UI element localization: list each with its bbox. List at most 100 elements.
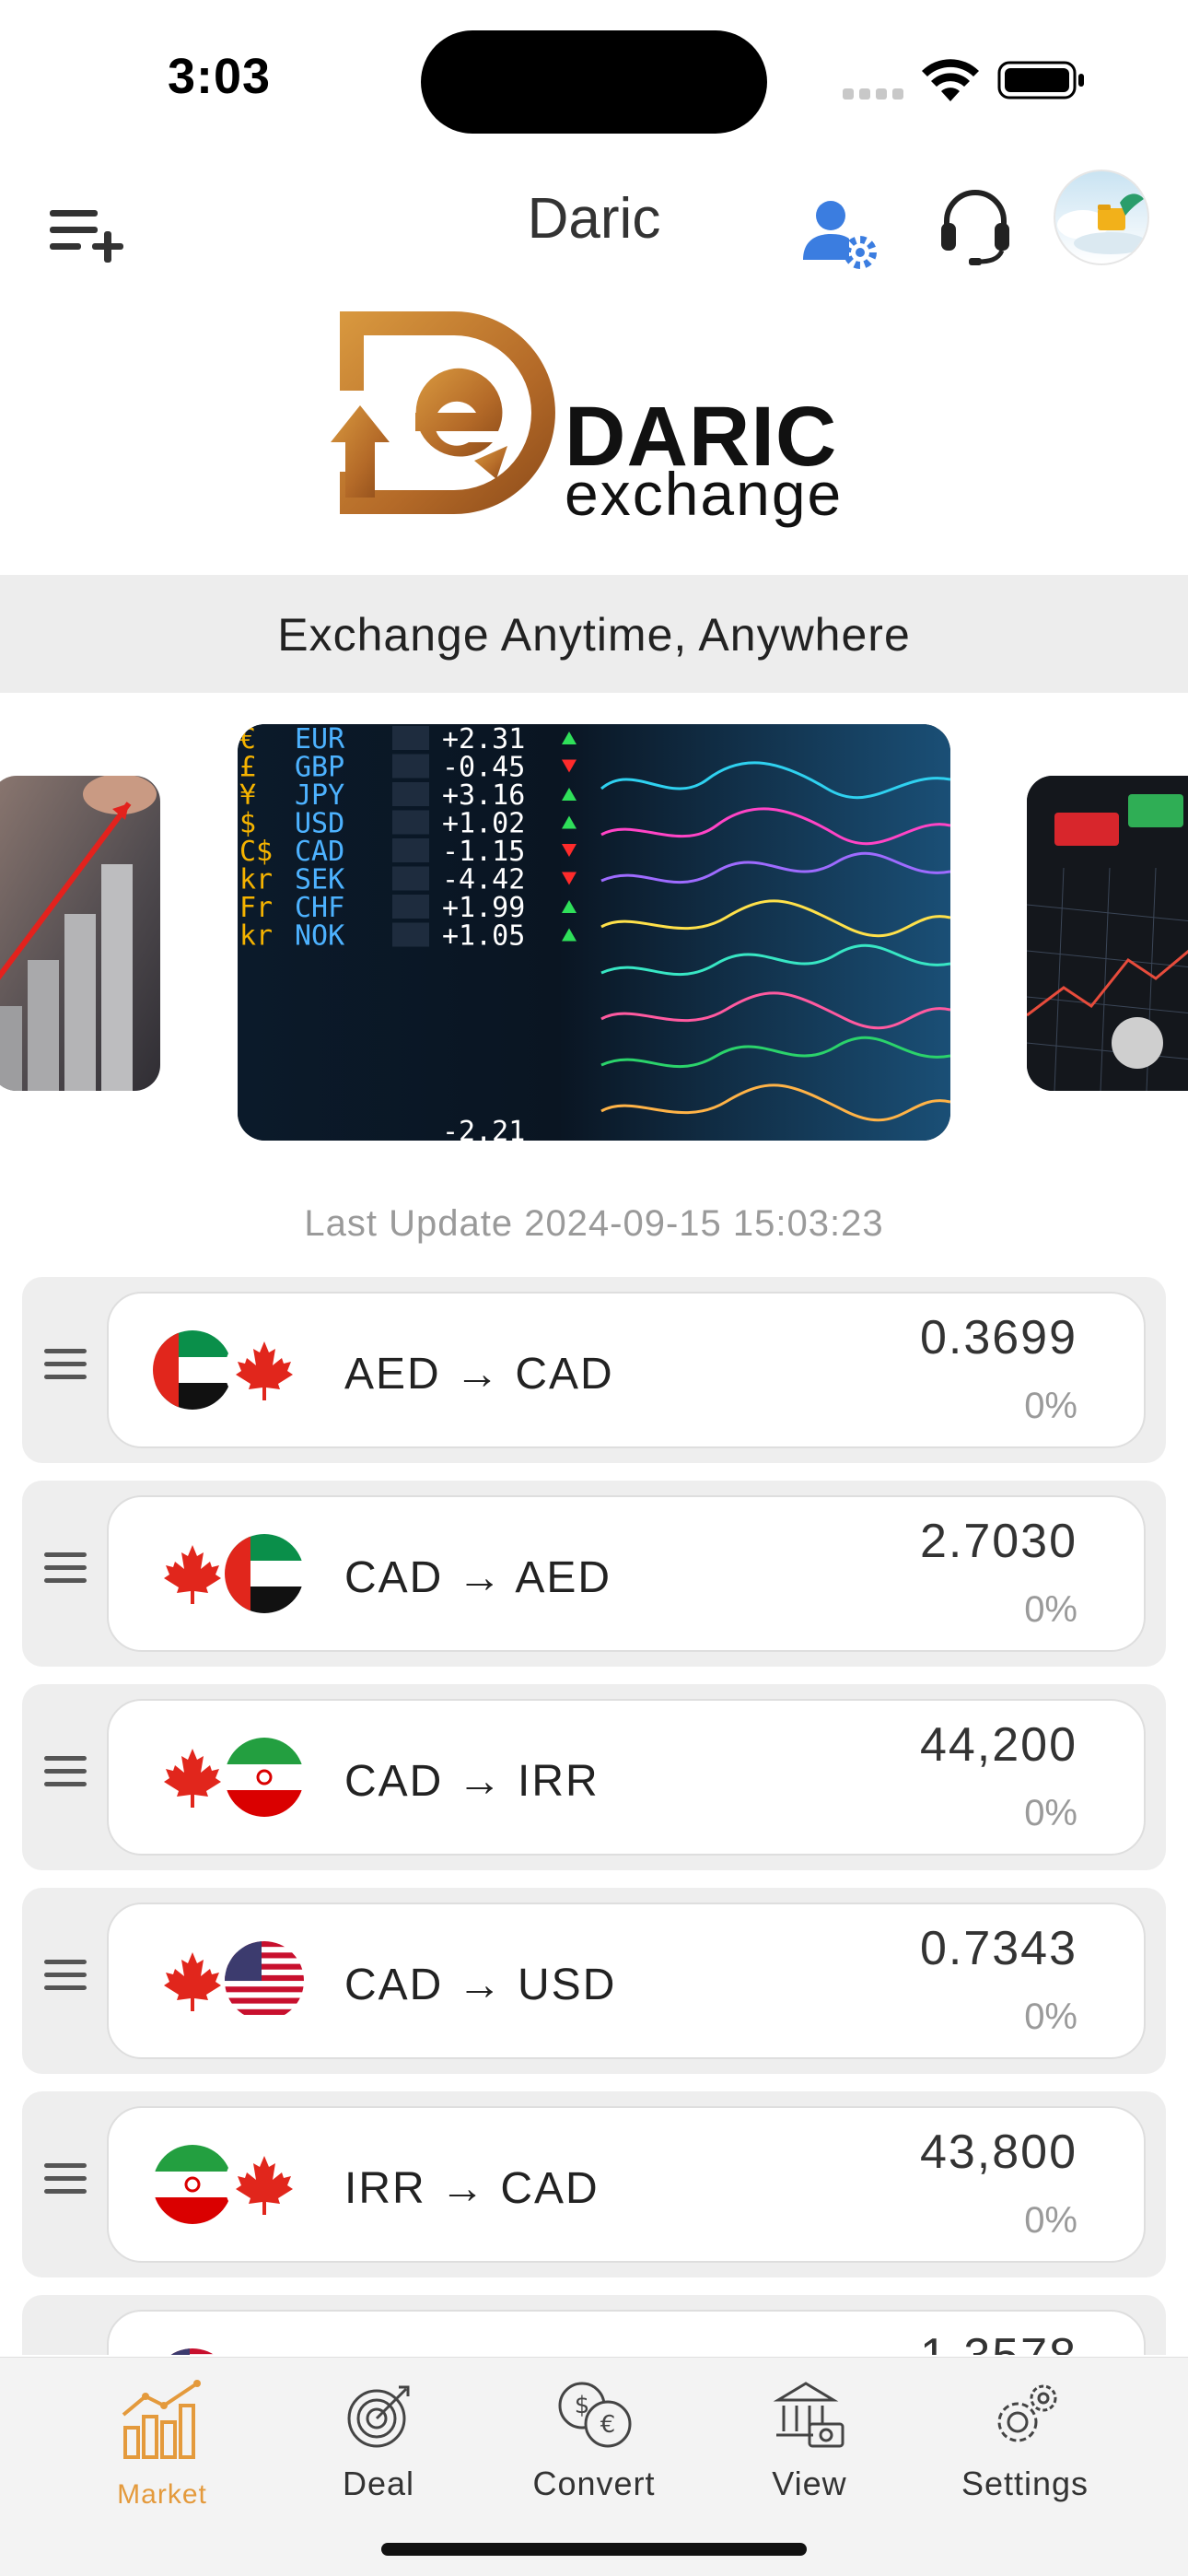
from-currency-flag [153, 1941, 232, 2020]
rate-card[interactable]: AED → CAD 0.3699 0% [107, 1292, 1146, 1448]
rate-row[interactable]: CAD → IRR 44,200 0% [22, 1684, 1166, 1870]
rate-card[interactable]: 1.3578 [107, 2310, 1146, 2355]
rate-value: 44,200 [919, 1718, 1077, 1772]
tab-view[interactable]: View [717, 2378, 902, 2525]
from-currency-flag [153, 2145, 232, 2224]
currency-flags [153, 1330, 309, 1413]
rate-list[interactable]: AED → CAD 0.3699 0% CAD → AED 2.7030 0% CAD → … [22, 1277, 1166, 2355]
rate-card[interactable]: IRR → CAD 43,800 0% [107, 2106, 1146, 2263]
currency-pair-label: CAD → IRR [344, 1757, 600, 1806]
banner-flag-icon [392, 726, 429, 750]
flag-canada-icon [225, 2145, 304, 2224]
flag-canada-icon [153, 1941, 232, 2020]
currency-pair-label: IRR → CAD [344, 2164, 600, 2213]
tab-settings[interactable]: Settings [933, 2378, 1117, 2525]
banner-flag-icon [392, 782, 429, 806]
currency-flags [153, 2348, 309, 2355]
carousel-slide-currency-board[interactable]: € EUR +2.31 £ GBP -0.45 ¥ JPY +3.16 $ USD +1.02 C$ CA… [238, 724, 950, 1141]
home-indicator [381, 2543, 807, 2556]
to-currency-flag [225, 1738, 304, 1817]
currency-flags [153, 1534, 309, 1617]
status-bar: 3:03 [0, 0, 1188, 157]
rate-row[interactable]: CAD → AED 2.7030 0% [22, 1481, 1166, 1667]
currency-flags [153, 1738, 309, 1821]
drag-handle-icon[interactable] [44, 2163, 87, 2200]
daric-emblem-icon [331, 311, 555, 514]
growth-chart-image-icon [0, 776, 157, 1091]
banner-flag-icon [392, 754, 429, 779]
currency-flags [153, 2145, 309, 2228]
drag-handle-icon[interactable] [44, 1552, 87, 1589]
banner-currency-symbol: kr [239, 920, 273, 953]
trading-image-icon [1027, 776, 1188, 1091]
currency-pair-label: CAD → AED [344, 1553, 612, 1602]
currency-board-image: € EUR +2.31£ GBP -0.45¥ JPY +3.16$ USD +1.02C$ CA… [238, 724, 950, 1141]
carousel-slide-growth-chart[interactable] [0, 776, 160, 1091]
tagline-bar: Exchange Anytime, Anywhere [0, 575, 1188, 693]
logo-wordmark-secondary: exchange [565, 460, 844, 528]
rate-change-percent: 0% [1024, 1589, 1077, 1630]
avatar[interactable] [1054, 170, 1149, 265]
cellular-signal-icon [843, 88, 905, 100]
tab-deal[interactable]: Deal [286, 2378, 471, 2525]
flag-uae-icon [153, 1330, 232, 1410]
last-update-timestamp: Last Update 2024-09-15 15:03:23 [304, 1203, 884, 1244]
headset-support-icon[interactable] [938, 184, 1013, 267]
rate-row[interactable]: 1.3578 [22, 2295, 1166, 2355]
wifi-icon [922, 59, 979, 101]
user-settings-icon[interactable] [799, 193, 882, 276]
currency-flags [153, 1941, 309, 2024]
rate-card[interactable]: CAD → AED 2.7030 0% [107, 1495, 1146, 1652]
dynamic-island [421, 30, 767, 134]
banner-flag-icon [392, 810, 429, 835]
svg-text:€: € [600, 2411, 616, 2439]
market-chart-icon [122, 2380, 201, 2459]
rate-row[interactable]: CAD → USD 0.7343 0% [22, 1888, 1166, 2074]
flag-usa-icon [225, 1941, 304, 2020]
rate-change-percent: 0% [1024, 2200, 1077, 2241]
tab-market-label: Market [117, 2479, 207, 2510]
tab-deal-label: Deal [342, 2465, 415, 2502]
flag-iran-icon [225, 1738, 304, 1817]
battery-icon [997, 61, 1084, 100]
banner-flag-icon [392, 895, 429, 919]
tab-convert-label: Convert [532, 2465, 656, 2502]
from-currency-flag [153, 2348, 232, 2355]
banner-change-value: -2.21 [442, 1116, 525, 1141]
banner-flag-icon [392, 866, 429, 891]
drag-handle-icon[interactable] [44, 1756, 87, 1793]
rate-value: 1.3578 [920, 2328, 1077, 2355]
to-currency-flag [225, 1330, 304, 1410]
to-currency-flag [225, 2145, 304, 2224]
rate-change-percent: 0% [1024, 1793, 1077, 1833]
status-time: 3:03 [168, 49, 272, 104]
from-currency-flag [153, 1534, 232, 1613]
currency-pair-label: AED → CAD [344, 1350, 614, 1399]
drag-handle-icon[interactable] [44, 1960, 87, 1996]
svg-text:$: $ [575, 2392, 590, 2419]
daric-exchange-logo: DARIC exchange [327, 304, 879, 534]
rate-row[interactable]: IRR → CAD 43,800 0% [22, 2091, 1166, 2277]
rate-card[interactable]: CAD → USD 0.7343 0% [107, 1903, 1146, 2059]
to-currency-flag [225, 1534, 304, 1613]
deal-target-icon [347, 2385, 410, 2448]
rate-change-percent: 0% [1024, 1996, 1077, 2037]
tab-settings-label: Settings [961, 2465, 1089, 2502]
tab-market[interactable]: Market [70, 2378, 254, 2525]
flag-canada-icon [225, 1330, 304, 1410]
app-header: Daric [0, 166, 1188, 276]
flag-canada-icon [153, 1534, 232, 1613]
flag-iran-icon [153, 2145, 232, 2224]
banner-currency-code: NOK [295, 920, 344, 953]
avatar-image-icon [1057, 193, 1147, 254]
rate-value: 2.7030 [919, 1515, 1077, 1568]
drag-handle-icon[interactable] [44, 1349, 87, 1386]
promo-carousel[interactable]: € EUR +2.31 £ GBP -0.45 ¥ JPY +3.16 $ USD +1.02 C$ CA… [0, 719, 1188, 1152]
carousel-slide-trading[interactable] [1027, 776, 1188, 1091]
rate-row[interactable]: AED → CAD 0.3699 0% [22, 1277, 1166, 1463]
from-currency-flag [153, 1330, 232, 1410]
from-currency-flag [153, 1738, 232, 1817]
banner-change-value: +1.05 [442, 920, 525, 953]
rate-card[interactable]: CAD → IRR 44,200 0% [107, 1699, 1146, 1856]
tab-convert[interactable]: $ € Convert [502, 2378, 686, 2525]
